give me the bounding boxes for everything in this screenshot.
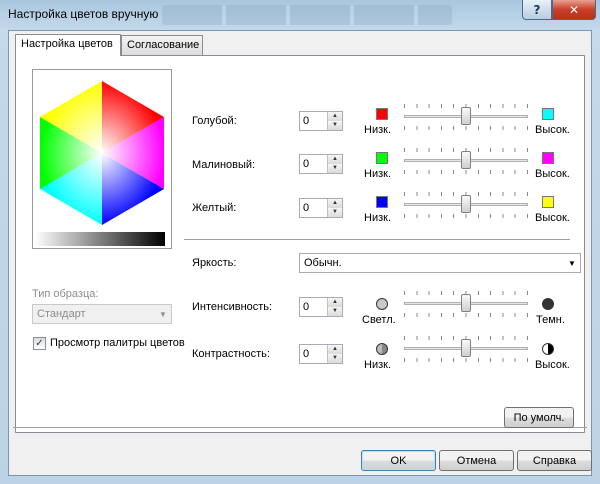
yellow-label: Желтый: [192,202,237,214]
cyan-high-label: Высок. [535,124,570,136]
spin-down-icon[interactable]: ▼ [327,354,342,363]
brightness-value: Обычн. [304,257,342,269]
slider-thumb[interactable] [461,107,471,125]
magenta-value: 0 [303,158,310,170]
contrast-spinner[interactable]: 0 ▲ ▼ [299,344,343,364]
color-hexagon [40,81,164,225]
dialog-window: Настройка цветов вручную ? ✕ Настройка ц… [0,0,600,484]
help-button[interactable]: Справка [517,450,592,471]
contrast-high-label: Высок. [535,359,570,371]
intensity-low-label: Светл. [362,314,396,326]
yellow-spinner[interactable]: 0 ▲ ▼ [299,198,343,218]
tab-matching[interactable]: Согласование [121,35,203,55]
dialog-client: Настройка цветов Согласование Тип образц… [8,30,592,476]
yellow-low-label: Низк. [364,212,392,224]
tab-color-settings[interactable]: Настройка цветов [15,34,121,56]
cyan-low-label: Низк. [364,124,392,136]
color-preview [32,69,172,249]
yellow-value: 0 [303,202,310,214]
ok-button[interactable]: OK [361,450,436,471]
brightness-select[interactable]: Обычн. ▼ [299,253,581,273]
cyan-value: 0 [303,115,310,127]
cyan-low-swatch [376,108,388,120]
brightness-label: Яркость: [192,257,237,269]
intensity-label: Интенсивность: [192,301,273,313]
cyan-spinner[interactable]: 0 ▲ ▼ [299,111,343,131]
magenta-spinner[interactable]: 0 ▲ ▼ [299,154,343,174]
title-bar[interactable]: Настройка цветов вручную ? ✕ [0,0,600,28]
palette-preview-checkbox[interactable]: ✓ [33,337,46,350]
slider-thumb[interactable] [461,195,471,213]
intensity-high-label: Темн. [536,314,565,326]
yellow-high-swatch [542,196,554,208]
contrast-label: Контрастность: [192,348,270,360]
sample-type-label: Тип образца: [32,288,99,300]
separator [184,239,570,240]
magenta-high-label: Высок. [535,168,570,180]
chevron-down-icon: ▼ [159,309,167,319]
sample-type-value: Стандарт [37,308,86,320]
high-contrast-icon [542,343,554,355]
magenta-high-swatch [542,152,554,164]
cyan-label: Голубой: [192,115,237,127]
spin-down-icon[interactable]: ▼ [327,208,342,217]
yellow-slider[interactable] [404,192,528,218]
low-contrast-icon [376,343,388,355]
intensity-spinner[interactable]: 0 ▲ ▼ [299,297,343,317]
contrast-low-label: Низк. [364,359,392,371]
cancel-button[interactable]: Отмена [439,450,514,471]
slider-thumb[interactable] [461,339,471,357]
chevron-down-icon: ▼ [568,258,576,268]
yellow-high-label: Высок. [535,212,570,224]
window-title: Настройка цветов вручную [8,7,159,21]
magenta-slider[interactable] [404,148,528,174]
magenta-label: Малиновый: [192,159,256,171]
help-title-button[interactable]: ? [522,0,552,20]
spin-down-icon[interactable]: ▼ [327,121,342,130]
cyan-high-swatch [542,108,554,120]
slider-thumb[interactable] [461,151,471,169]
spin-down-icon[interactable]: ▼ [327,307,342,316]
dark-dial-icon [542,298,554,310]
close-button[interactable]: ✕ [552,0,596,20]
intensity-value: 0 [303,301,310,313]
yellow-low-swatch [376,196,388,208]
palette-preview-label: Просмотр палитры цветов [50,337,185,349]
sample-type-select[interactable]: Стандарт ▼ [32,304,172,324]
cyan-slider[interactable] [404,104,528,130]
light-dial-icon [376,298,388,310]
spin-down-icon[interactable]: ▼ [327,164,342,173]
background-window-tabs [162,5,452,25]
intensity-slider[interactable] [404,291,528,317]
defaults-button[interactable]: По умолч. [504,407,574,428]
footer-divider [13,427,587,428]
tab-panel: Тип образца: Стандарт ▼ ✓ Просмотр палит… [15,55,585,433]
grayscale-bar [35,232,165,246]
magenta-low-label: Низк. [364,168,392,180]
slider-thumb[interactable] [461,294,471,312]
magenta-low-swatch [376,152,388,164]
contrast-value: 0 [303,348,310,360]
contrast-slider[interactable] [404,336,528,362]
